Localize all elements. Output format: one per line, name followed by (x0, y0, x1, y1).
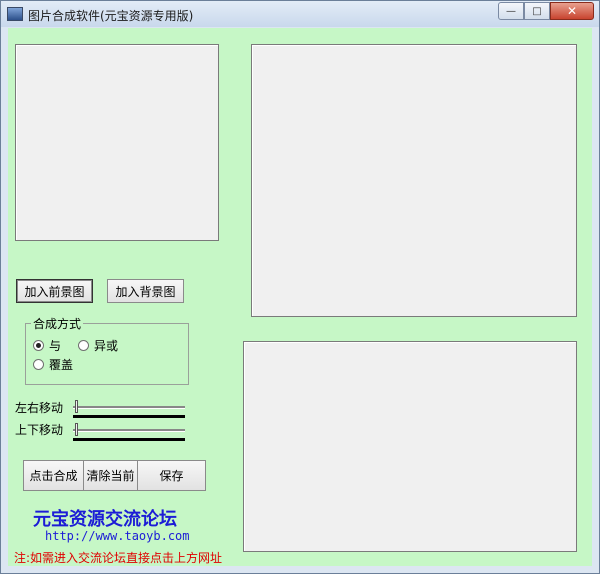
compose-button[interactable]: 点击合成 (23, 460, 84, 491)
slider-thumb[interactable] (75, 423, 78, 436)
radio-selected-dot (36, 343, 41, 348)
vertical-move-slider[interactable] (73, 423, 185, 441)
app-icon (7, 7, 23, 21)
slider-base (73, 415, 185, 418)
window-title: 图片合成软件(元宝资源专用版) (28, 9, 194, 23)
minimize-button[interactable]: — (498, 2, 524, 20)
blend-and-label: 与 (49, 339, 62, 353)
blend-xor-label: 异或 (94, 339, 119, 353)
radio-circle-overlay (33, 359, 44, 370)
slider-groove (73, 429, 185, 432)
radio-circle-xor (78, 340, 89, 351)
blend-mode-group: 合成方式 与 异或 覆盖 (25, 315, 189, 385)
save-button[interactable]: 保存 (137, 460, 206, 491)
forum-note: 注:如需进入交流论坛直接点击上方网址 (14, 551, 223, 565)
forum-name: 元宝资源交流论坛 (33, 509, 177, 530)
add-background-button[interactable]: 加入背景图 (107, 279, 184, 303)
add-foreground-button[interactable]: 加入前景图 (16, 279, 93, 303)
title-bar[interactable]: 图片合成软件(元宝资源专用版) — □ ✕ (1, 1, 599, 27)
blend-overlay-radio[interactable]: 覆盖 (33, 356, 73, 373)
foreground-preview (15, 44, 219, 241)
result-preview (243, 341, 577, 552)
horizontal-move-label: 左右移动 (15, 401, 64, 415)
maximize-button[interactable]: □ (524, 2, 550, 20)
clear-button[interactable]: 清除当前 (83, 460, 138, 491)
caption-buttons: — □ ✕ (498, 2, 594, 20)
radio-circle-and (33, 340, 44, 351)
slider-thumb[interactable] (75, 400, 78, 413)
slider-base (73, 438, 185, 441)
forum-url-link[interactable]: http://www.taoyb.com (45, 529, 190, 543)
app-window: 图片合成软件(元宝资源专用版) — □ ✕ 加入前景图 加入背景图 合成方式 与… (0, 0, 600, 574)
blend-mode-label: 合成方式 (31, 315, 84, 332)
background-preview (251, 44, 577, 317)
blend-xor-radio[interactable]: 异或 (78, 337, 118, 354)
blend-and-radio[interactable]: 与 (33, 337, 61, 354)
client-area: 加入前景图 加入背景图 合成方式 与 异或 覆盖 左右移动 上下移动 点击合成 … (8, 28, 592, 566)
close-button[interactable]: ✕ (550, 2, 594, 20)
blend-overlay-label: 覆盖 (49, 358, 74, 372)
horizontal-move-slider[interactable] (73, 400, 185, 418)
vertical-move-label: 上下移动 (15, 423, 64, 437)
slider-groove (73, 406, 185, 409)
